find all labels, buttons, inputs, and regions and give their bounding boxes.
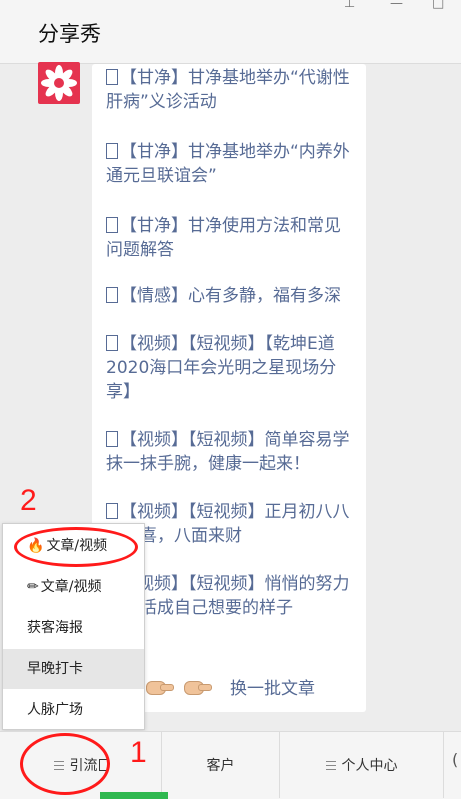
pointing-hand-icon xyxy=(184,677,212,695)
article-link[interactable]: 【视频】【短视频】【乾坤E道2020海口年会光明之星现场分享】 xyxy=(106,332,356,404)
tab-overflow-edge: ( xyxy=(452,750,459,769)
link-icon xyxy=(106,335,118,351)
link-icon xyxy=(106,143,118,159)
title-bar: 分享秀 ⊥ — □ xyxy=(0,0,461,64)
pin-icon[interactable]: ⊥ xyxy=(344,0,355,11)
annotation-circle-tab xyxy=(20,733,110,795)
article-link[interactable]: 【甘净】甘净基地举办“内养外通元旦联谊会” xyxy=(106,140,356,188)
pencil-icon: ✏ xyxy=(27,579,39,595)
article-link[interactable]: 【甘净】甘净基地举办“代谢性肝病”义诊活动 xyxy=(106,66,356,114)
flower-logo-icon[interactable] xyxy=(38,62,80,104)
menu-item-network-square[interactable]: 人脉广场 xyxy=(3,690,144,730)
more-articles-link[interactable]: 换一批文章 xyxy=(230,674,315,699)
more-articles-row[interactable]: 换一批文章 xyxy=(146,672,315,700)
annotation-circle-menu xyxy=(14,527,138,567)
pointing-hand-icon xyxy=(146,677,174,695)
chat-title: 分享秀 xyxy=(38,22,101,46)
menu-item-poster[interactable]: 获客海报 xyxy=(3,608,144,648)
tab-customers[interactable]: 客户 xyxy=(162,732,280,798)
tab-personal-center[interactable]: 个人中心 xyxy=(280,732,444,798)
menu-item-article-video-edit[interactable]: ✏ 文章/视频 xyxy=(3,567,144,607)
link-icon xyxy=(106,287,118,303)
article-link[interactable]: 【视频】【短视频】简单容易学抹一抹手腕，健康一起来！ xyxy=(106,428,356,476)
menu-item-checkin[interactable]: 早晚打卡 xyxy=(3,649,144,689)
link-icon xyxy=(106,217,118,233)
green-status-strip xyxy=(100,792,168,799)
link-icon xyxy=(106,431,118,447)
link-icon xyxy=(106,69,118,85)
article-link[interactable]: 【情感】心有多静，福有多深 xyxy=(106,284,356,308)
annotation-number-1: 1 xyxy=(130,736,147,769)
maximize-icon[interactable]: □ xyxy=(432,0,444,11)
minimize-icon[interactable]: — xyxy=(390,0,403,11)
article-link[interactable]: 【甘净】甘净使用方法和常见问题解答 xyxy=(106,214,356,262)
link-icon xyxy=(106,503,118,519)
annotation-number-2: 2 xyxy=(20,484,37,517)
menu-icon xyxy=(325,760,336,770)
